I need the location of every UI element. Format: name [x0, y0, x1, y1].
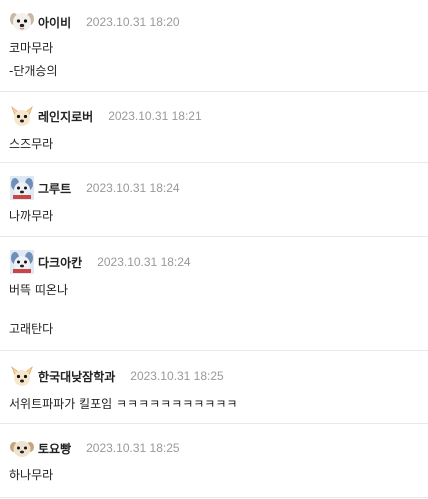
beige-puppy-avatar-icon[interactable] [9, 435, 35, 461]
comment-item: 다크아칸 2023.10.31 18:24 버뜩 띠온나 고래탄다 [0, 237, 428, 351]
comment-datetime: 2023.10.31 18:20 [86, 15, 180, 29]
comment-datetime: 2023.10.31 18:25 [86, 441, 180, 455]
comment-nickname[interactable]: 한국대낮잠학과 [38, 368, 115, 385]
comment-datetime: 2023.10.31 18:21 [108, 109, 202, 123]
comment-item: 아이비 2023.10.31 18:20 코마무라 -단개승의 [0, 6, 428, 92]
comment-text-line: 버뜩 띠온나 [9, 283, 69, 297]
chihuahua-avatar-icon[interactable] [9, 103, 35, 129]
comment-text-line: 하나무라 [9, 468, 54, 482]
white-puppy-avatar-icon[interactable] [9, 9, 35, 35]
comment-nickname[interactable]: 그루트 [38, 180, 71, 197]
blue-dog-avatar-icon[interactable] [9, 249, 35, 275]
comment-text-line: 스즈무라 [9, 137, 54, 151]
comment-nickname[interactable]: 다크아칸 [38, 254, 82, 271]
comment-item: 레인지로버 2023.10.31 18:21 스즈무라 [0, 92, 428, 163]
comment-text-line: 나까무라 [9, 209, 54, 223]
blue-dog-avatar-icon[interactable] [9, 175, 35, 201]
comment-item: 한국대낮잠학과 2023.10.31 18:25 서위트파파가 킬포임 ㅋㅋㅋㅋ… [0, 351, 428, 424]
comment-item: 그루트 2023.10.31 18:24 나까무라 [0, 163, 428, 237]
comment-text-line: 고래탄다 [9, 322, 54, 336]
comment-text-line: 코마무라 [9, 41, 54, 55]
comment-nickname[interactable]: 아이비 [38, 14, 71, 31]
chihuahua-avatar-icon[interactable] [9, 363, 35, 389]
comment-datetime: 2023.10.31 18:24 [97, 255, 191, 269]
comment-nickname[interactable]: 레인지로버 [38, 108, 93, 125]
comment-text-line: -단개승의 [9, 64, 58, 78]
comment-datetime: 2023.10.31 18:24 [86, 181, 180, 195]
comment-nickname[interactable]: 토요빵 [38, 440, 71, 457]
comment-item: 토요빵 2023.10.31 18:25 하나무라 [0, 424, 428, 498]
comment-text-line: 서위트파파가 킬포임 ㅋㅋㅋㅋㅋㅋㅋㅋㅋㅋㅋ [9, 397, 238, 411]
comment-datetime: 2023.10.31 18:25 [130, 369, 224, 383]
